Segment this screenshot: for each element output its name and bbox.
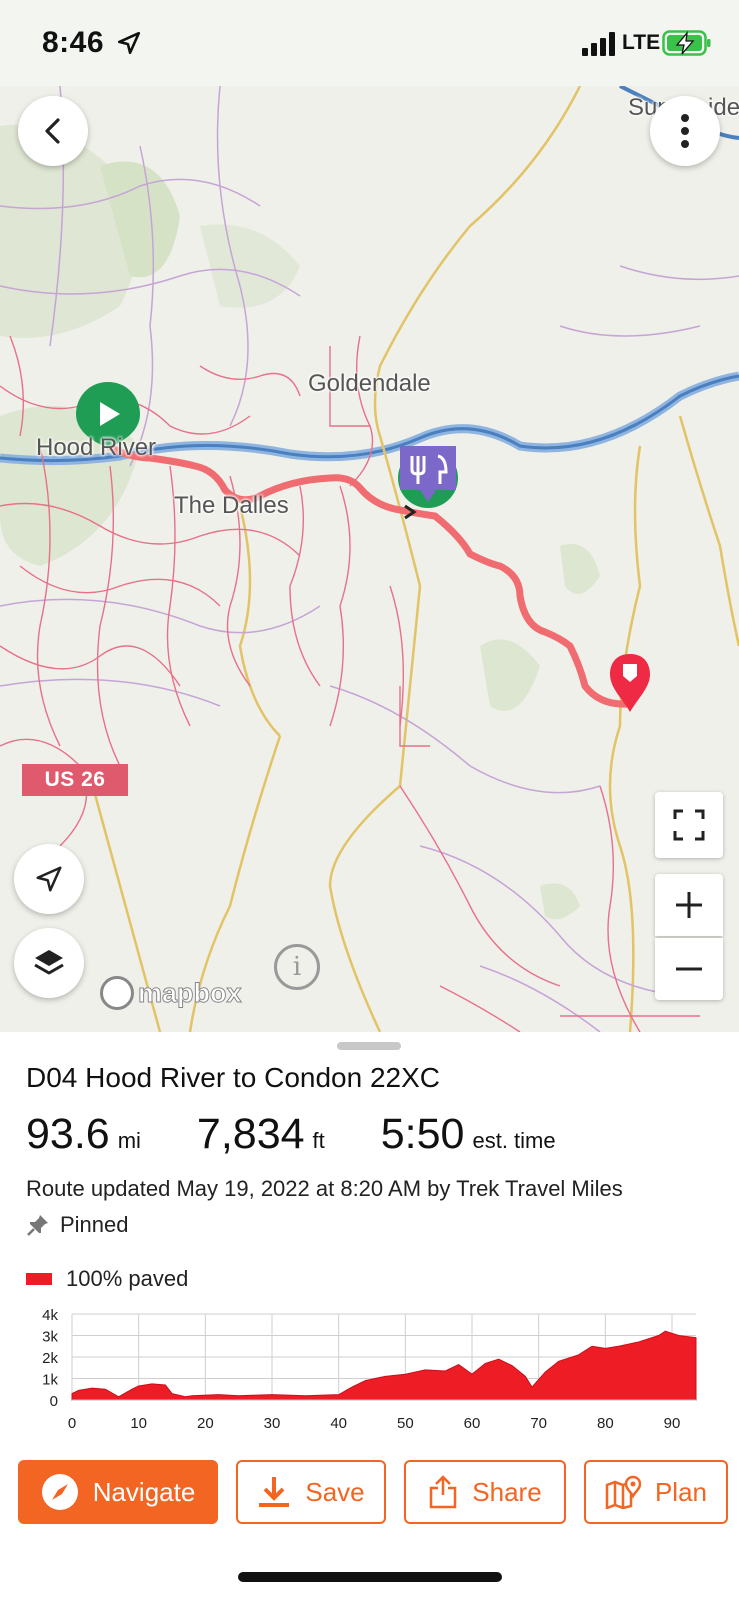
time-value: 5:50 xyxy=(380,1110,465,1158)
battery-charging-icon xyxy=(662,30,711,56)
route-updated-text: Route updated May 19, 2022 at 8:20 AM by… xyxy=(26,1176,623,1201)
map-label-the-dalles: The Dalles xyxy=(174,492,289,519)
mapbox-logo[interactable]: mapbox xyxy=(100,976,242,1010)
back-button[interactable] xyxy=(18,96,88,166)
chart-x-tick-label: 40 xyxy=(330,1415,347,1432)
locate-me-button[interactable] xyxy=(14,844,84,914)
route-title: D04 Hood River to Condon 22XC xyxy=(26,1062,441,1093)
surface-legend: 100% paved xyxy=(26,1266,188,1292)
status-time: 8:46 xyxy=(42,26,105,59)
minus-icon xyxy=(676,967,702,971)
compass-icon xyxy=(41,1474,78,1510)
location-arrow-icon xyxy=(117,31,141,55)
signal-icon xyxy=(582,32,615,56)
highway-shield: US 26 xyxy=(22,764,128,796)
download-icon xyxy=(259,1477,290,1507)
mapbox-logo-icon xyxy=(100,976,134,1010)
pinned-status[interactable]: Pinned xyxy=(26,1212,129,1238)
fullscreen-button[interactable] xyxy=(655,792,723,858)
time-stat: 5:50 est. time xyxy=(381,1110,556,1159)
pin-icon xyxy=(27,1215,48,1236)
map-label-hood-river: Hood River xyxy=(36,434,157,461)
save-label: Save xyxy=(305,1476,365,1507)
zoom-in-button[interactable] xyxy=(655,874,723,936)
chart-y-tick-label: 0 xyxy=(50,1393,58,1410)
more-vertical-icon xyxy=(681,114,689,148)
chevron-left-icon xyxy=(45,118,60,144)
plan-button[interactable]: Plan xyxy=(584,1460,728,1524)
map-layers-button[interactable] xyxy=(14,928,84,998)
action-bar: Navigate Save Share Plan xyxy=(0,1460,739,1524)
elevation-area xyxy=(71,1330,697,1401)
share-button[interactable]: Share xyxy=(404,1460,566,1524)
map-canvas[interactable] xyxy=(0,86,739,1032)
chart-x-tick-label: 20 xyxy=(197,1415,214,1432)
chart-y-tick-label: 1k xyxy=(42,1372,58,1389)
chart-x-tick-label: 70 xyxy=(530,1415,547,1432)
food-marker xyxy=(398,446,458,508)
route-map[interactable]: Goldendale Hood River The Dalles Sunnysi… xyxy=(0,86,739,1032)
home-indicator[interactable] xyxy=(238,1572,502,1582)
route-line xyxy=(104,442,634,708)
save-button[interactable]: Save xyxy=(236,1460,386,1524)
status-bar: 8:46 LTE xyxy=(0,0,739,86)
map-info-button[interactable]: i xyxy=(274,944,320,990)
surface-label: 100% paved xyxy=(66,1266,189,1291)
chart-x-tick-label: 10 xyxy=(130,1415,147,1432)
chart-y-tick-label: 3k xyxy=(42,1329,58,1346)
navigation-arrow-icon xyxy=(36,866,62,892)
distance-value: 93.6 xyxy=(26,1110,110,1158)
time-unit: est. time xyxy=(472,1128,556,1153)
route-details-sheet: D04 Hood River to Condon 22XC 93.6 mi 7,… xyxy=(0,1032,739,1600)
elevation-unit: ft xyxy=(312,1128,325,1153)
elevation-chart[interactable]: 0 1k 2k 3k 4k 0 10 20 30 40 50 60 70 80 90 xyxy=(0,1300,739,1440)
paved-swatch xyxy=(26,1273,52,1285)
plus-icon xyxy=(676,892,702,918)
chart-x-tick-label: 90 xyxy=(664,1415,681,1432)
chart-y-tick-label: 4k xyxy=(42,1307,58,1324)
elevation-value: 7,834 xyxy=(196,1110,305,1158)
chart-x-tick-label: 0 xyxy=(68,1415,76,1432)
distance-unit: mi xyxy=(117,1128,141,1153)
plan-label: Plan xyxy=(654,1476,708,1507)
chart-x-tick-label: 80 xyxy=(597,1415,614,1432)
navigate-label: Navigate xyxy=(92,1476,196,1507)
chart-y-tick-label: 2k xyxy=(42,1350,58,1367)
mapbox-attribution: mapbox xyxy=(138,977,243,1008)
chart-x-tick-label: 60 xyxy=(464,1415,481,1432)
share-label: Share xyxy=(472,1476,542,1507)
route-stats: 93.6 mi 7,834 ft 5:50 est. time xyxy=(26,1110,596,1159)
pinned-label: Pinned xyxy=(60,1212,129,1237)
map-pin-icon xyxy=(605,1475,641,1509)
chart-x-tick-label: 30 xyxy=(264,1415,281,1432)
distance-stat: 93.6 mi xyxy=(26,1110,141,1159)
fullscreen-icon xyxy=(673,809,705,841)
chart-x-tick-label: 50 xyxy=(397,1415,414,1432)
share-icon xyxy=(430,1475,457,1509)
map-label-goldendale: Goldendale xyxy=(308,370,431,397)
network-label: LTE xyxy=(622,31,661,54)
navigate-button[interactable]: Navigate xyxy=(18,1460,218,1524)
zoom-out-button[interactable] xyxy=(655,938,723,1000)
layers-icon xyxy=(34,950,64,975)
sheet-drag-handle[interactable] xyxy=(337,1042,401,1050)
more-options-button[interactable] xyxy=(650,96,720,166)
elevation-stat: 7,834 ft xyxy=(197,1110,325,1159)
